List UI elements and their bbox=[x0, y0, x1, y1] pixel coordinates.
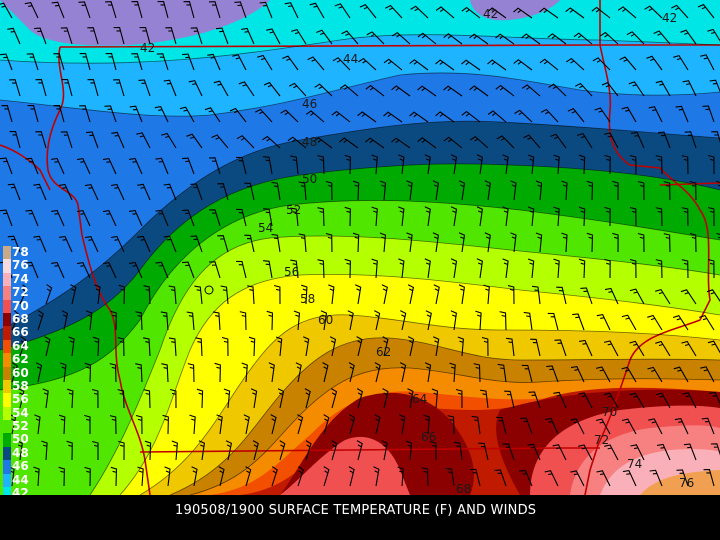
contour-label: 74 bbox=[627, 457, 642, 471]
legend-row: 56 bbox=[3, 392, 35, 407]
legend-swatch bbox=[3, 420, 11, 434]
contour-label: 42 bbox=[662, 11, 677, 25]
contour-label: 76 bbox=[679, 476, 694, 490]
legend-swatch bbox=[3, 379, 11, 394]
legend-row: 64 bbox=[3, 338, 35, 354]
legend-value: 42 bbox=[12, 486, 29, 495]
contour-label: 42 bbox=[483, 7, 498, 21]
legend-row: 58 bbox=[3, 378, 35, 394]
contour-label: 58 bbox=[300, 292, 315, 306]
contour-label: 68 bbox=[456, 482, 471, 495]
legend-swatch bbox=[3, 460, 11, 474]
legend-row: 54 bbox=[3, 405, 35, 421]
contour-label: 62 bbox=[376, 345, 391, 359]
legend-row: 72 bbox=[3, 285, 35, 300]
map-caption: 190508/1900 SURFACE TEMPERATURE (F) AND … bbox=[175, 503, 537, 518]
legend-row: 44 bbox=[3, 472, 35, 488]
legend-value: 50 bbox=[12, 432, 29, 447]
contour-label: 44 bbox=[343, 52, 358, 66]
legend-value: 44 bbox=[12, 472, 29, 487]
temperature-field: 42 42 44 42 46 48 50 52 54 56 58 60 62 6… bbox=[0, 0, 720, 495]
legend-value: 76 bbox=[12, 258, 29, 273]
contour-label: 48 bbox=[302, 135, 317, 149]
color-legend: 78 76 74 72 70 68 66 64 62 60 58 56 54 52 50 48 46 44 42 bbox=[3, 245, 35, 495]
legend-swatch bbox=[3, 433, 11, 447]
legend-row: 74 bbox=[3, 271, 35, 287]
contour-label: 60 bbox=[318, 313, 333, 327]
contour-label: 42 bbox=[140, 41, 155, 55]
contour-label: 50 bbox=[302, 172, 317, 186]
legend-value: 66 bbox=[12, 325, 29, 340]
legend-swatch bbox=[3, 339, 11, 354]
contour-label: 56 bbox=[284, 265, 299, 279]
legend-value: 56 bbox=[12, 392, 29, 407]
temperature-map: 42 42 44 42 46 48 50 52 54 56 58 60 62 6… bbox=[0, 0, 720, 495]
legend-swatch bbox=[3, 312, 11, 327]
legend-swatch bbox=[3, 299, 11, 313]
legend-value: 62 bbox=[12, 352, 29, 367]
legend-value: 46 bbox=[12, 459, 29, 474]
legend-swatch bbox=[3, 366, 11, 380]
legend-swatch bbox=[3, 272, 11, 287]
legend-value: 64 bbox=[12, 338, 29, 353]
contour-label: 64 bbox=[412, 392, 427, 406]
legend-row: 50 bbox=[3, 432, 35, 447]
legend-value: 54 bbox=[12, 405, 29, 420]
contour-label: 72 bbox=[594, 433, 609, 447]
legend-row: 78 bbox=[3, 245, 35, 260]
legend-value: 68 bbox=[12, 311, 29, 326]
legend-row: 42 bbox=[3, 486, 35, 495]
contour-label: 52 bbox=[286, 203, 301, 217]
legend-value: 70 bbox=[12, 298, 29, 313]
legend-row: 66 bbox=[3, 325, 35, 340]
legend-row: 52 bbox=[3, 419, 35, 434]
contour-label: 66 bbox=[421, 430, 436, 444]
legend-swatch bbox=[3, 326, 11, 340]
contour-label: 46 bbox=[302, 97, 317, 111]
legend-row: 46 bbox=[3, 459, 35, 474]
legend-swatch bbox=[3, 246, 11, 260]
caption-bar: 190508/1900 SURFACE TEMPERATURE (F) AND … bbox=[0, 495, 720, 540]
legend-value: 72 bbox=[12, 285, 29, 300]
legend-swatch bbox=[3, 487, 11, 495]
contour-label: 70 bbox=[602, 405, 617, 419]
legend-value: 58 bbox=[12, 378, 29, 393]
legend-swatch bbox=[3, 259, 11, 273]
legend-value: 60 bbox=[12, 365, 29, 380]
legend-row: 62 bbox=[3, 352, 35, 367]
legend-value: 74 bbox=[12, 271, 29, 286]
legend-row: 48 bbox=[3, 445, 35, 461]
legend-row: 70 bbox=[3, 298, 35, 313]
legend-row: 60 bbox=[3, 365, 35, 380]
legend-swatch bbox=[3, 286, 11, 300]
legend-value: 52 bbox=[12, 419, 29, 434]
legend-row: 76 bbox=[3, 258, 35, 273]
legend-swatch bbox=[3, 353, 11, 367]
contour-label: 54 bbox=[258, 221, 273, 235]
legend-swatch bbox=[3, 393, 11, 407]
legend-row: 68 bbox=[3, 311, 35, 327]
legend-value: 48 bbox=[12, 445, 29, 460]
legend-swatch bbox=[3, 406, 11, 421]
legend-swatch bbox=[3, 473, 11, 488]
legend-value: 78 bbox=[12, 245, 29, 259]
legend-swatch bbox=[3, 446, 11, 461]
